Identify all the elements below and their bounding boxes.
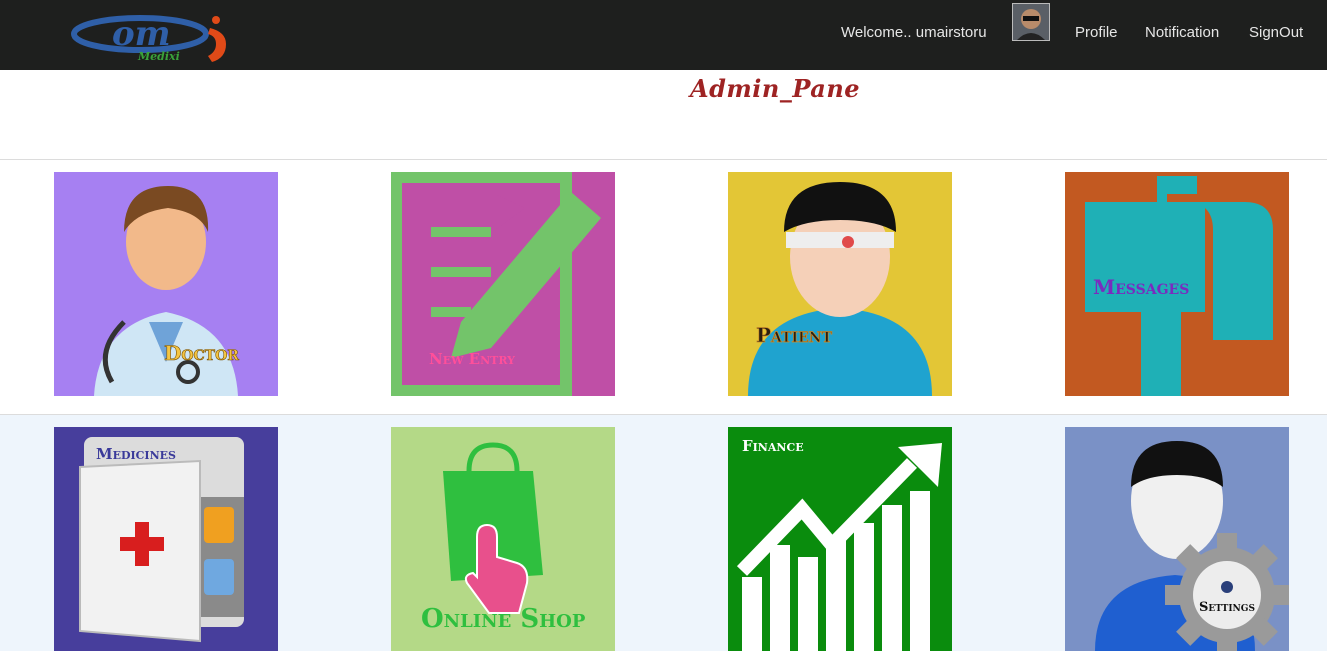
tile-doctor-label: Doctor	[164, 341, 239, 365]
tile-medicines-label: Medicines	[96, 445, 176, 463]
nav-profile-link[interactable]: Profile	[1075, 24, 1118, 41]
page-title: Admin_Pane	[690, 74, 861, 103]
tile-finance[interactable]: Finance	[728, 427, 952, 651]
brand-logo[interactable]: om Medixi	[70, 14, 240, 66]
top-navbar: om Medixi Welcome.. umairstoru Profile N…	[0, 0, 1327, 70]
nav-notification-link[interactable]: Notification	[1145, 24, 1219, 41]
welcome-text: Welcome.. umairstoru	[841, 24, 987, 41]
tile-settings-label: Settings	[1199, 600, 1255, 615]
tile-online-shop-label: Online Shop	[421, 604, 586, 634]
tile-medicines[interactable]: Medicines	[54, 427, 278, 651]
tile-new-entry-label: New Entry	[429, 350, 515, 368]
tile-patient-label: Patient	[756, 323, 833, 347]
tile-doctor[interactable]: Doctor	[54, 172, 278, 396]
tile-messages[interactable]: Messages	[1065, 172, 1289, 396]
tile-finance-label: Finance	[742, 437, 804, 455]
divider	[0, 414, 1327, 415]
logo-text: om	[112, 14, 171, 54]
tile-patient[interactable]: Patient	[728, 172, 952, 396]
tile-online-shop[interactable]: Online Shop	[391, 427, 615, 651]
tile-settings[interactable]: Settings	[1065, 427, 1289, 651]
tile-new-entry[interactable]: New Entry	[391, 172, 615, 396]
nav-signout-link[interactable]: SignOut	[1249, 24, 1303, 41]
divider	[0, 159, 1327, 160]
logo-subtext: Medixi	[137, 50, 180, 63]
user-avatar[interactable]	[1012, 3, 1050, 41]
tile-messages-label: Messages	[1093, 275, 1189, 299]
